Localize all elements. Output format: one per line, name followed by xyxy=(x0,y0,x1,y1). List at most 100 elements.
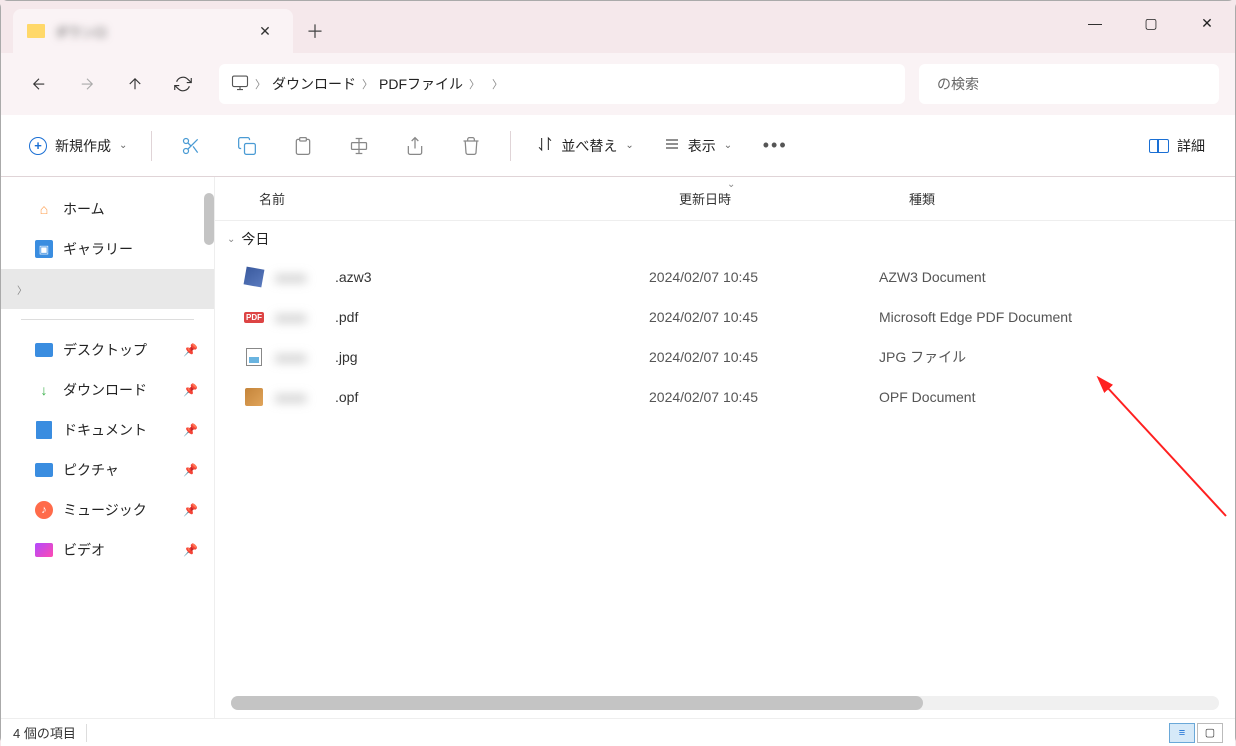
forward-button[interactable] xyxy=(65,62,109,106)
divider xyxy=(21,319,194,320)
sidebar-label: ミュージック xyxy=(63,500,147,520)
file-ext: .pdf xyxy=(335,309,358,325)
sidebar-label: ビデオ xyxy=(63,540,105,560)
delete-button[interactable] xyxy=(446,126,496,166)
pin-icon: 📌 xyxy=(183,503,198,517)
sidebar-home[interactable]: ⌂ ホーム xyxy=(1,189,214,229)
horizontal-scrollbar[interactable] xyxy=(231,696,1219,710)
details-button[interactable]: 詳細 xyxy=(1137,130,1217,162)
file-basename: aaaa xyxy=(275,309,335,325)
titlebar: ダウンロ ✕ ＋ — ▢ ✕ xyxy=(1,1,1235,53)
maximize-button[interactable]: ▢ xyxy=(1123,1,1179,45)
sidebar-gallery[interactable]: ▣ ギャラリー xyxy=(1,229,214,269)
column-headers: 名前 ⌄ 更新日時 種類 xyxy=(215,177,1235,221)
address-bar[interactable]: 〉 ダウンロード 〉 PDFファイル 〉 〉 xyxy=(219,64,905,104)
navbar: 〉 ダウンロード 〉 PDFファイル 〉 〉 の検索 xyxy=(1,53,1235,115)
pc-icon xyxy=(231,73,249,96)
file-type: OPF Document xyxy=(879,389,1235,405)
file-type: AZW3 Document xyxy=(879,269,1235,285)
document-icon xyxy=(35,421,53,439)
chevron-right-icon: 〉 xyxy=(17,282,25,297)
col-type[interactable]: 種類 xyxy=(909,189,1235,208)
col-date[interactable]: ⌄ 更新日時 xyxy=(679,189,909,208)
details-view-button[interactable]: ≡ xyxy=(1169,723,1195,743)
chevron-right-icon[interactable]: 〉 xyxy=(463,76,486,92)
sidebar-downloads[interactable]: ↓ ダウンロード 📌 xyxy=(1,370,214,410)
up-button[interactable] xyxy=(113,62,157,106)
sidebar-cloud[interactable]: 〉 xyxy=(1,269,214,309)
file-icon xyxy=(243,346,265,368)
close-tab-button[interactable]: ✕ xyxy=(251,17,279,45)
rename-button[interactable] xyxy=(334,126,384,166)
view-toggle: ≡ ▢ xyxy=(1169,723,1223,743)
back-button[interactable] xyxy=(17,62,61,106)
file-date: 2024/02/07 10:45 xyxy=(649,349,879,365)
chevron-down-icon: ⌄ xyxy=(227,234,235,245)
share-button[interactable] xyxy=(390,126,440,166)
search-input[interactable]: の検索 xyxy=(919,64,1219,104)
window-controls: — ▢ ✕ xyxy=(1067,1,1235,45)
group-label: 今日 xyxy=(241,229,269,249)
sidebar-label: ホーム xyxy=(63,199,105,219)
details-pane-icon xyxy=(1149,139,1169,153)
statusbar: 4 個の項目 ≡ ▢ xyxy=(1,718,1235,746)
dots-icon: ••• xyxy=(763,135,788,156)
file-type: Microsoft Edge PDF Document xyxy=(879,309,1235,325)
file-row[interactable]: aaaa .jpg 2024/02/07 10:45 JPG ファイル xyxy=(215,337,1235,377)
sidebar-videos[interactable]: ビデオ 📌 xyxy=(1,530,214,570)
close-button[interactable]: ✕ xyxy=(1179,1,1235,45)
sidebar-desktop[interactable]: デスクトップ 📌 xyxy=(1,330,214,370)
view-button[interactable]: 表示 ⌄ xyxy=(652,130,744,162)
separator xyxy=(86,724,87,742)
breadcrumb-seg[interactable]: ダウンロード xyxy=(272,74,356,94)
copy-button[interactable] xyxy=(222,126,272,166)
col-name[interactable]: 名前 xyxy=(259,189,679,208)
view-label: 表示 xyxy=(688,136,716,156)
sort-button[interactable]: 並べ替え ⌄ xyxy=(525,130,645,162)
refresh-button[interactable] xyxy=(161,62,205,106)
pin-icon: 📌 xyxy=(183,343,198,357)
scrollbar-thumb[interactable] xyxy=(231,696,923,710)
file-ext: .azw3 xyxy=(335,269,372,285)
sidebar-label: ドキュメント xyxy=(63,420,147,440)
chevron-down-icon: ⌄ xyxy=(119,140,127,151)
file-row[interactable]: PDF aaaa .pdf 2024/02/07 10:45 Microsoft… xyxy=(215,297,1235,337)
group-header[interactable]: ⌄ 今日 xyxy=(215,221,1235,257)
sort-indicator-icon: ⌄ xyxy=(727,179,735,190)
thumbnails-view-button[interactable]: ▢ xyxy=(1197,723,1223,743)
video-icon xyxy=(35,541,53,559)
chevron-right-icon[interactable]: 〉 xyxy=(356,76,379,92)
file-type: JPG ファイル xyxy=(879,347,1235,367)
file-date: 2024/02/07 10:45 xyxy=(649,269,879,285)
sidebar-pictures[interactable]: ピクチャ 📌 xyxy=(1,450,214,490)
sidebar-documents[interactable]: ドキュメント 📌 xyxy=(1,410,214,450)
sort-icon xyxy=(537,136,553,155)
toolbar: + 新規作成 ⌄ 並べ替え ⌄ 表示 ⌄ ••• 詳細 xyxy=(1,115,1235,177)
pin-icon: 📌 xyxy=(183,423,198,437)
file-basename: aaaa xyxy=(275,349,335,365)
file-row[interactable]: aaaa .azw3 2024/02/07 10:45 AZW3 Documen… xyxy=(215,257,1235,297)
more-button[interactable]: ••• xyxy=(750,126,800,166)
music-icon: ♪ xyxy=(35,501,53,519)
paste-button[interactable] xyxy=(278,126,328,166)
chevron-right-icon[interactable]: 〉 xyxy=(249,76,272,92)
breadcrumb-seg[interactable]: PDFファイル xyxy=(379,74,463,94)
tab-active[interactable]: ダウンロ ✕ xyxy=(13,9,293,53)
cut-button[interactable] xyxy=(166,126,216,166)
sidebar: ⌂ ホーム ▣ ギャラリー 〉 デスクトップ 📌 ↓ ダウンロード 📌 xyxy=(1,177,215,718)
file-icon xyxy=(243,266,265,288)
list-icon xyxy=(664,136,680,155)
sidebar-label: ダウンロード xyxy=(63,380,147,400)
file-ext: .opf xyxy=(335,389,358,405)
home-icon: ⌂ xyxy=(35,200,53,218)
desktop-icon xyxy=(35,341,53,359)
search-label: の検索 xyxy=(937,74,979,94)
new-tab-button[interactable]: ＋ xyxy=(293,9,337,53)
new-button[interactable]: + 新規作成 ⌄ xyxy=(19,130,137,162)
sidebar-music[interactable]: ♪ ミュージック 📌 xyxy=(1,490,214,530)
chevron-down-icon: ⌄ xyxy=(724,140,732,151)
minimize-button[interactable]: — xyxy=(1067,1,1123,45)
file-row[interactable]: aaaa .opf 2024/02/07 10:45 OPF Document xyxy=(215,377,1235,417)
separator xyxy=(510,131,511,161)
chevron-right-icon[interactable]: 〉 xyxy=(486,76,509,92)
